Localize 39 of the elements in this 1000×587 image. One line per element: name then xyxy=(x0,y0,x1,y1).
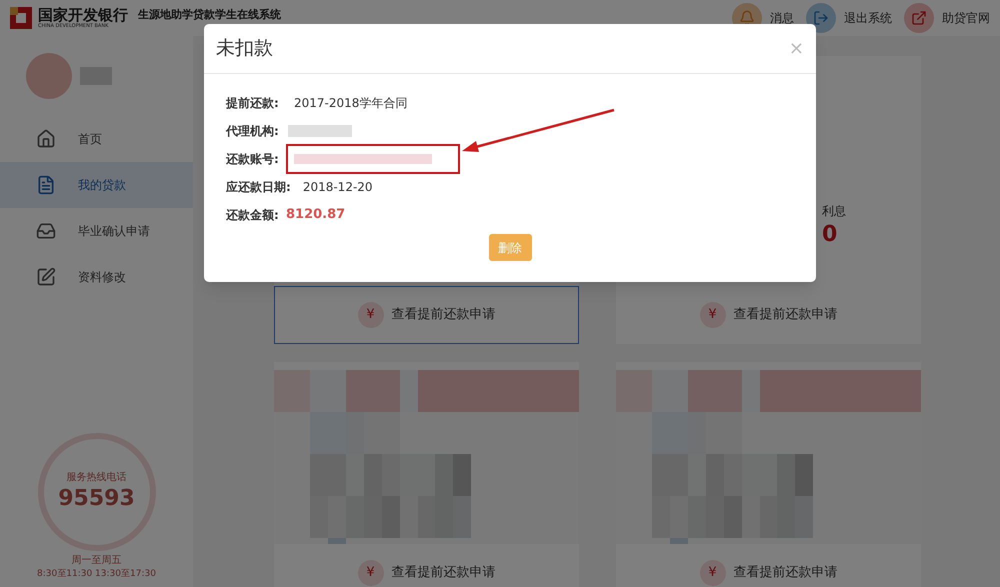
amount-value: 8120.87 xyxy=(286,206,346,224)
stat-label: 利息 xyxy=(822,203,846,220)
system-title: 生源地助学贷款学生在线系统 xyxy=(138,9,281,21)
service-hours: 8:30至11:30 13:30至17:30 xyxy=(37,568,156,580)
menu-icon xyxy=(36,129,56,149)
field-label: 代理机构: xyxy=(226,123,280,140)
sidebar-item[interactable]: 我的贷款 xyxy=(0,162,193,208)
field-label: 还款金额: xyxy=(226,207,280,224)
dialog-title: 未扣款 xyxy=(216,36,273,62)
yen-icon: ¥ xyxy=(358,560,384,586)
view-prepayment-button[interactable]: ¥ 查看提前还款申请 xyxy=(616,544,921,587)
hotline-number: 95593 xyxy=(58,485,135,513)
menu-icon xyxy=(36,267,56,287)
sidebar-item[interactable]: 首页 xyxy=(0,116,193,162)
service-days: 周一至周五 xyxy=(72,552,122,568)
avatar xyxy=(26,53,72,99)
view-prepayment-button[interactable]: ¥ 查看提前还款申请 xyxy=(274,544,579,587)
stat-value: 0 xyxy=(822,224,838,246)
yen-icon: ¥ xyxy=(700,302,726,328)
field-value: 2017-2018学年合同 xyxy=(294,95,408,112)
yen-icon: ¥ xyxy=(358,302,384,328)
field-value: 2018-12-20 xyxy=(302,179,373,196)
redacted-name xyxy=(80,67,112,85)
field-label: 提前还款: xyxy=(226,95,280,112)
yen-icon: ¥ xyxy=(700,560,726,586)
field-label: 还款账号: xyxy=(226,151,280,168)
view-prepayment-button[interactable]: ¥ 查看提前还款申请 xyxy=(616,286,921,344)
menu-icon xyxy=(36,175,56,195)
sidebar-item[interactable]: 毕业确认申请 xyxy=(0,208,193,254)
sidebar-item[interactable]: 资料修改 xyxy=(0,254,193,300)
logout-icon xyxy=(806,3,836,33)
bank-name: 国家开发银行 xyxy=(38,8,128,22)
menu-icon xyxy=(36,221,56,241)
hotline-title: 服务热线电话 xyxy=(66,470,126,486)
view-prepayment-button[interactable]: ¥ 查看提前还款申请 xyxy=(274,286,579,344)
external-link-icon xyxy=(904,3,934,33)
header-link[interactable]: 助贷官网 xyxy=(904,3,990,33)
field-label: 应还款日期: xyxy=(226,179,291,196)
bank-logo-icon xyxy=(10,7,32,29)
